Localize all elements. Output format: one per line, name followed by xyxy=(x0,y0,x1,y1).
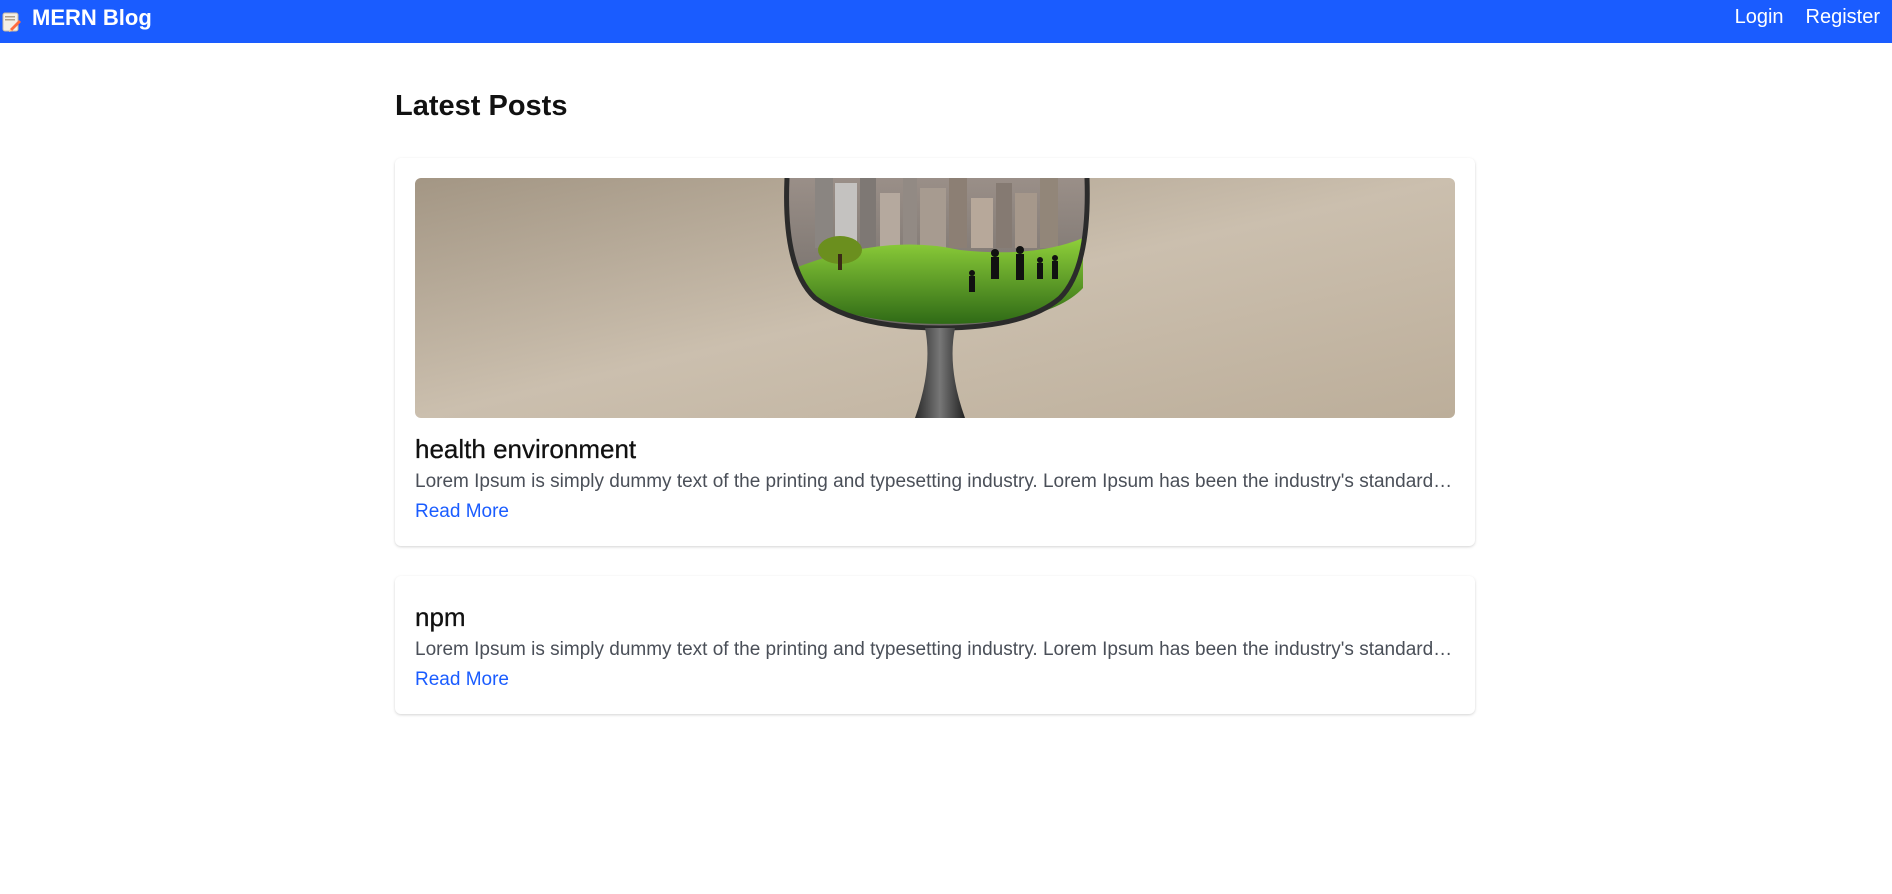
brand-link[interactable]: MERN Blog xyxy=(2,6,152,33)
read-more-link[interactable]: Read More xyxy=(415,498,509,526)
blog-logo-icon xyxy=(2,11,22,33)
top-navbar: MERN Blog Login Register xyxy=(0,0,1892,43)
post-card: npm Lorem Ipsum is simply dummy text of … xyxy=(395,576,1475,714)
post-excerpt: Lorem Ipsum is simply dummy text of the … xyxy=(415,471,1455,492)
brand-title: MERN Blog xyxy=(32,4,152,30)
main-content: Latest Posts health environment Lorem Ip… xyxy=(395,82,1475,744)
read-more-link[interactable]: Read More xyxy=(415,666,509,694)
register-link[interactable]: Register xyxy=(1806,6,1880,29)
login-link[interactable]: Login xyxy=(1735,6,1784,29)
post-image[interactable] xyxy=(415,178,1455,418)
post-title: health environment xyxy=(415,434,637,464)
nav-links: Login Register xyxy=(1735,6,1880,29)
post-title: npm xyxy=(415,602,466,632)
page-title: Latest Posts xyxy=(395,90,568,122)
post-excerpt: Lorem Ipsum is simply dummy text of the … xyxy=(415,639,1455,660)
post-card: health environment Lorem Ipsum is simply… xyxy=(395,158,1475,546)
